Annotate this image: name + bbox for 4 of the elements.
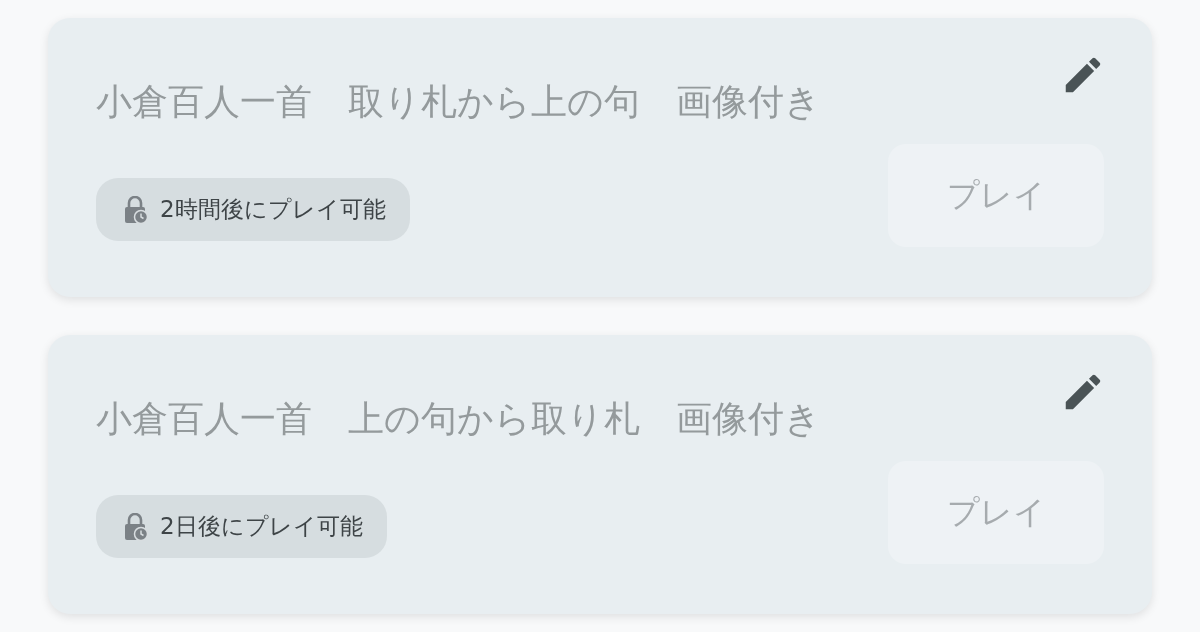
badge-text: 2時間後にプレイ可能 bbox=[160, 195, 386, 224]
card-title: 小倉百人一首 上の句から取り札 画像付き bbox=[96, 397, 821, 441]
card-title: 小倉百人一首 取り札から上の句 画像付き bbox=[96, 80, 821, 124]
badge-text: 2日後にプレイ可能 bbox=[160, 512, 363, 541]
